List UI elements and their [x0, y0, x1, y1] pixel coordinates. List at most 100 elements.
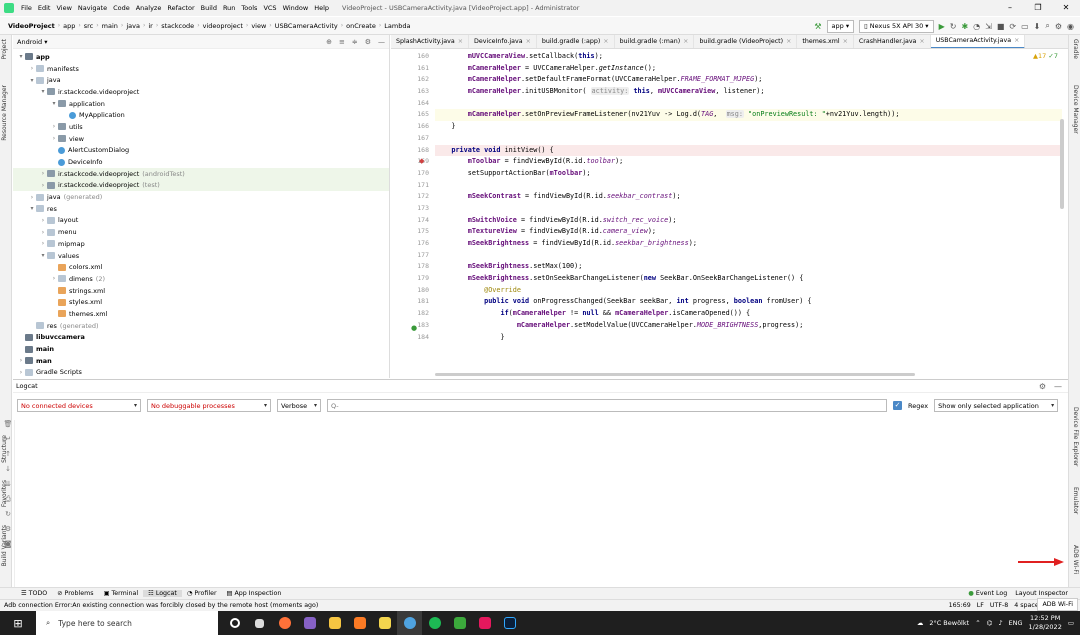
- code-line[interactable]: @Override: [435, 285, 1062, 297]
- code-line[interactable]: mUVCCameraView.setCallback(this);: [435, 51, 1062, 63]
- project-view-select[interactable]: Android ▾: [17, 38, 47, 46]
- tree-toggle-icon[interactable]: ›: [50, 275, 58, 282]
- tree-toggle-icon[interactable]: ▾: [39, 88, 47, 95]
- device-select[interactable]: ▯ Nexus 5X API 30 ▾: [859, 19, 934, 33]
- menu-analyze[interactable]: Analyze: [133, 4, 165, 12]
- tree-toggle-icon[interactable]: ▾: [17, 53, 25, 60]
- tree-toggle-icon[interactable]: ›: [17, 357, 25, 364]
- process-filter-select[interactable]: No debuggable processes ▾: [147, 399, 271, 412]
- code-line[interactable]: [435, 133, 1062, 145]
- logcat-hide-icon[interactable]: —: [1054, 382, 1062, 391]
- menu-window[interactable]: Window: [280, 4, 312, 12]
- tree-item[interactable]: › Gradle Scripts: [13, 367, 389, 379]
- app-inspection-tab[interactable]: ▤ App Inspection: [222, 590, 287, 597]
- screenshot-icon[interactable]: ◙: [2, 540, 14, 555]
- editor-tab[interactable]: USBCameraActivity.java ×: [930, 35, 1026, 48]
- code-line[interactable]: public void onProgressChanged(SeekBar se…: [435, 296, 1062, 308]
- windows-start-icon[interactable]: ⊞: [0, 611, 36, 635]
- regex-checkbox[interactable]: ✓: [893, 401, 902, 410]
- weather-icon[interactable]: ☁: [917, 619, 924, 627]
- code-line[interactable]: [435, 98, 1062, 110]
- code-line[interactable]: setSupportActionBar(mToolbar);: [435, 168, 1062, 180]
- tree-item[interactable]: › java (generated): [13, 191, 389, 203]
- breadcrumb-item[interactable]: java: [124, 22, 142, 30]
- chevron-up-icon[interactable]: ⌃: [975, 619, 980, 627]
- breakpoint-icon[interactable]: ◆: [419, 157, 424, 165]
- scroll-to-end-icon[interactable]: ⇊: [2, 480, 14, 495]
- tree-item[interactable]: › mipmap: [13, 238, 389, 250]
- code-line[interactable]: mCameraHelper.setOnPreviewFrameListener(…: [435, 109, 1062, 122]
- tree-item[interactable]: › ir.stackcode.videoproject (androidTest): [13, 167, 389, 180]
- run-config-select[interactable]: app ▾: [826, 19, 855, 33]
- breadcrumb-item[interactable]: src: [82, 22, 96, 30]
- code-line[interactable]: mSeekBrightness.setOnSeekBarChangeListen…: [435, 273, 1062, 285]
- tree-item[interactable]: AlertCustomDialog: [13, 145, 389, 157]
- log-level-select[interactable]: Verbose ▾: [277, 399, 321, 412]
- breadcrumb-item[interactable]: VideoProject: [6, 22, 57, 30]
- scroll-down-icon[interactable]: ↓: [2, 465, 14, 480]
- editor-tab[interactable]: themes.xml ×: [797, 35, 854, 48]
- clear-logcat-icon[interactable]: 🗑: [2, 420, 14, 435]
- weather-text[interactable]: 2°C Bewölkt: [929, 619, 969, 627]
- code-line[interactable]: mTextureView = findViewById(R.id.camera_…: [435, 226, 1062, 238]
- logcat-settings-icon[interactable]: ⚙: [1039, 382, 1046, 391]
- tree-item[interactable]: main: [13, 343, 389, 355]
- tree-toggle-icon[interactable]: ›: [39, 170, 47, 177]
- vertical-scrollbar[interactable]: [1060, 119, 1064, 209]
- close-tab-icon[interactable]: ×: [683, 38, 688, 45]
- close-tab-icon[interactable]: ×: [919, 38, 924, 45]
- menu-refactor[interactable]: Refactor: [164, 4, 197, 12]
- breadcrumb-item[interactable]: stackcode: [159, 22, 196, 30]
- menu-code[interactable]: Code: [110, 4, 133, 12]
- expand-all-icon[interactable]: ≑: [352, 38, 358, 46]
- menu-file[interactable]: File: [18, 4, 35, 12]
- task-view-icon[interactable]: [222, 611, 247, 635]
- line-separator[interactable]: LF: [977, 602, 984, 609]
- profile-icon[interactable]: ◔: [973, 22, 980, 31]
- tree-item[interactable]: ▾ res: [13, 203, 389, 215]
- tree-item[interactable]: › view: [13, 133, 389, 145]
- code-line[interactable]: mSeekBrightness.setMax(100);: [435, 261, 1062, 273]
- code-line[interactable]: [435, 250, 1062, 262]
- code-line[interactable]: mCameraHelper.initUSBMonitor( activity: …: [435, 86, 1062, 98]
- tree-item[interactable]: ▾ ir.stackcode.videoproject: [13, 86, 389, 98]
- code-line[interactable]: mCameraHelper.setDefaultFrameFormat(UVCC…: [435, 74, 1062, 86]
- tree-item[interactable]: ▾ app: [13, 51, 389, 63]
- xampp-icon[interactable]: [347, 611, 372, 635]
- volume-icon[interactable]: ♪: [998, 619, 1002, 627]
- minimize-icon[interactable]: –: [996, 0, 1024, 16]
- file-explorer-icon[interactable]: [322, 611, 347, 635]
- close-tab-icon[interactable]: ×: [458, 38, 463, 45]
- menu-build[interactable]: Build: [198, 4, 220, 12]
- sdk-manager-icon[interactable]: ⬇: [1034, 22, 1041, 31]
- todo-tab[interactable]: ☰ TODO: [16, 590, 52, 597]
- camtasia-icon[interactable]: [447, 611, 472, 635]
- breadcrumb-item[interactable]: Lambda: [382, 22, 412, 30]
- tree-item[interactable]: themes.xml: [13, 308, 389, 320]
- breadcrumb-item[interactable]: app: [61, 22, 77, 30]
- menu-help[interactable]: Help: [311, 4, 332, 12]
- keyboard-language[interactable]: ENG: [1008, 619, 1022, 627]
- editor-tab[interactable]: CrashHandler.java ×: [854, 35, 931, 48]
- code-line[interactable]: mToolbar = findViewById(R.id.toolbar);: [435, 156, 1062, 168]
- tree-toggle-icon[interactable]: ▾: [50, 100, 58, 107]
- tree-item[interactable]: › dimens (2): [13, 273, 389, 285]
- breadcrumb-item[interactable]: view: [249, 22, 268, 30]
- widgets-icon[interactable]: [247, 611, 272, 635]
- editor-tab[interactable]: build.gradle (:man) ×: [615, 35, 695, 48]
- tree-toggle-icon[interactable]: ›: [39, 240, 47, 247]
- editor-tab[interactable]: build.gradle (VideoProject) ×: [694, 35, 798, 48]
- logcat-search-input[interactable]: Q-: [327, 399, 887, 412]
- stop-icon[interactable]: ■: [997, 22, 1005, 31]
- tree-toggle-icon[interactable]: ›: [17, 369, 25, 376]
- soft-wrap-icon[interactable]: ↵: [2, 435, 14, 450]
- sync-icon[interactable]: ⟳: [1009, 22, 1016, 31]
- code-line[interactable]: mCameraHelper = UVCCameraHelper.getInsta…: [435, 63, 1062, 75]
- tree-toggle-icon[interactable]: ▾: [28, 77, 36, 84]
- close-tab-icon[interactable]: ×: [1014, 37, 1019, 44]
- tree-item[interactable]: › menu: [13, 226, 389, 238]
- device-file-explorer-tool-tab[interactable]: Device File Explorer: [1072, 407, 1079, 466]
- gradle-tool-tab[interactable]: Gradle: [1072, 39, 1079, 59]
- notifications-icon[interactable]: ▭: [1068, 619, 1074, 627]
- tree-item[interactable]: DeviceInfo: [13, 156, 389, 168]
